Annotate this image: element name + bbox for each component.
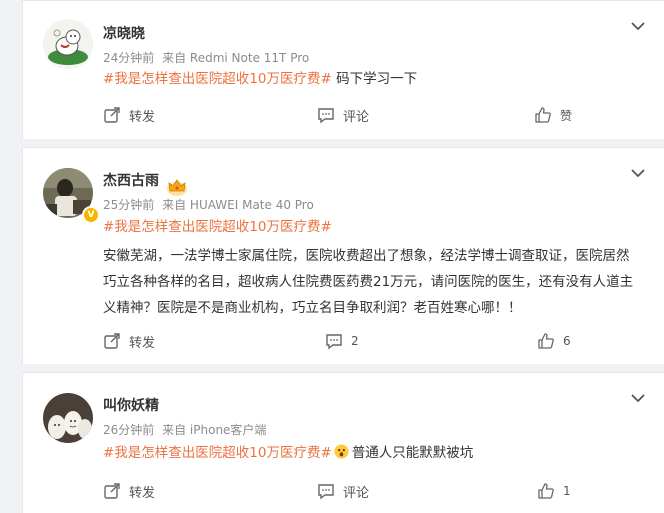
source: 来自 HUAWEI Mate 40 Pro bbox=[162, 198, 314, 212]
share-icon bbox=[104, 333, 120, 349]
crown-badge-icon[interactable] bbox=[166, 177, 188, 197]
comment-card: 凉晓晓 24分钟前 来自 Redmi Note 11T Pro #我是怎样查出医… bbox=[22, 0, 664, 139]
source: 来自 iPhone客户端 bbox=[162, 423, 267, 437]
thumbs-up-icon bbox=[538, 483, 554, 499]
repost-button[interactable]: 转发 bbox=[103, 329, 155, 353]
hashtag-link[interactable]: #我是怎样查出医院超收10万医疗费# bbox=[103, 71, 332, 87]
comment-meta: 24分钟前 来自 Redmi Note 11T Pro bbox=[103, 49, 313, 66]
hashtag-link[interactable]: #我是怎样查出医院超收10万医疗费# bbox=[103, 445, 332, 461]
like-count: 6 bbox=[563, 334, 571, 348]
cartoon-avatar-icon bbox=[43, 19, 93, 69]
timestamp: 24分钟前 bbox=[103, 51, 155, 65]
repost-button[interactable]: 转发 bbox=[103, 479, 155, 503]
comment-meta: 25分钟前 来自 HUAWEI Mate 40 Pro bbox=[103, 196, 318, 213]
comment-card: 叫你妖精 26分钟前 来自 iPhone客户端 #我是怎样查出医院超收10万医疗… bbox=[22, 372, 664, 513]
eggs-avatar-icon bbox=[43, 393, 93, 443]
comment-text: #我是怎样查出医院超收10万医疗费# 普通人只能默默被坑 bbox=[103, 441, 639, 465]
action-bar: 转发 评论 1 bbox=[23, 479, 664, 503]
comment-body: 普通人只能默默被坑 bbox=[351, 445, 474, 461]
chevron-down-icon[interactable] bbox=[631, 21, 645, 31]
comment-meta: 26分钟前 来自 iPhone客户端 bbox=[103, 421, 270, 438]
comment-button[interactable]: 评论 bbox=[317, 103, 369, 127]
thumbs-up-icon bbox=[538, 333, 554, 349]
comment-label: 评论 bbox=[343, 109, 370, 125]
timestamp: 25分钟前 bbox=[103, 198, 155, 212]
action-bar: 转发 2 6 bbox=[23, 329, 664, 353]
comment-icon bbox=[318, 108, 334, 124]
repost-label: 转发 bbox=[129, 335, 156, 351]
share-icon bbox=[104, 483, 120, 499]
comment-label: 评论 bbox=[343, 485, 370, 501]
chevron-down-icon[interactable] bbox=[631, 168, 645, 178]
comment-body: 安徽芜湖，一法学博士家属住院，医院收费超出了想象，经法学博士调查取证，医院居然巧… bbox=[103, 248, 634, 316]
thumbs-up-icon bbox=[535, 107, 551, 123]
comment-icon bbox=[318, 484, 334, 500]
like-button[interactable]: 6 bbox=[537, 329, 571, 353]
avatar[interactable] bbox=[43, 19, 93, 69]
action-bar: 转发 评论 赞 bbox=[23, 103, 664, 127]
like-label: 赞 bbox=[560, 108, 573, 123]
comment-card: V 杰西古雨 25分钟前 来自 HUAWEI Mate 40 Pro #我是怎样… bbox=[22, 147, 664, 364]
comment-icon bbox=[326, 334, 342, 350]
verified-v-icon: V bbox=[82, 206, 100, 224]
hashtag-link[interactable]: #我是怎样查出医院超收10万医疗费# bbox=[103, 219, 332, 235]
comment-count: 2 bbox=[351, 334, 359, 348]
source: 来自 Redmi Note 11T Pro bbox=[162, 51, 310, 65]
comment-button[interactable]: 2 bbox=[325, 329, 359, 353]
share-icon bbox=[104, 107, 120, 123]
comment-text: #我是怎样查出医院超收10万医疗费# 码下学习一下 bbox=[103, 67, 639, 91]
shocked-face-emoji-icon bbox=[334, 444, 349, 459]
repost-label: 转发 bbox=[129, 109, 156, 125]
like-button[interactable]: 赞 bbox=[534, 103, 572, 127]
comment-body: 码下学习一下 bbox=[331, 71, 418, 87]
chevron-down-icon[interactable] bbox=[631, 393, 645, 403]
username[interactable]: 叫你妖精 bbox=[103, 395, 159, 415]
like-count: 1 bbox=[563, 484, 571, 498]
like-button[interactable]: 1 bbox=[537, 479, 571, 503]
username[interactable]: 凉晓晓 bbox=[103, 23, 145, 43]
timestamp: 26分钟前 bbox=[103, 423, 155, 437]
repost-button[interactable]: 转发 bbox=[103, 103, 155, 127]
repost-label: 转发 bbox=[129, 485, 156, 501]
comment-button[interactable]: 评论 bbox=[317, 479, 369, 503]
comment-text: #我是怎样查出医院超收10万医疗费# 安徽芜湖，一法学博士家属住院，医院收费超出… bbox=[103, 215, 639, 321]
username[interactable]: 杰西古雨 bbox=[103, 170, 159, 190]
avatar[interactable] bbox=[43, 393, 93, 443]
